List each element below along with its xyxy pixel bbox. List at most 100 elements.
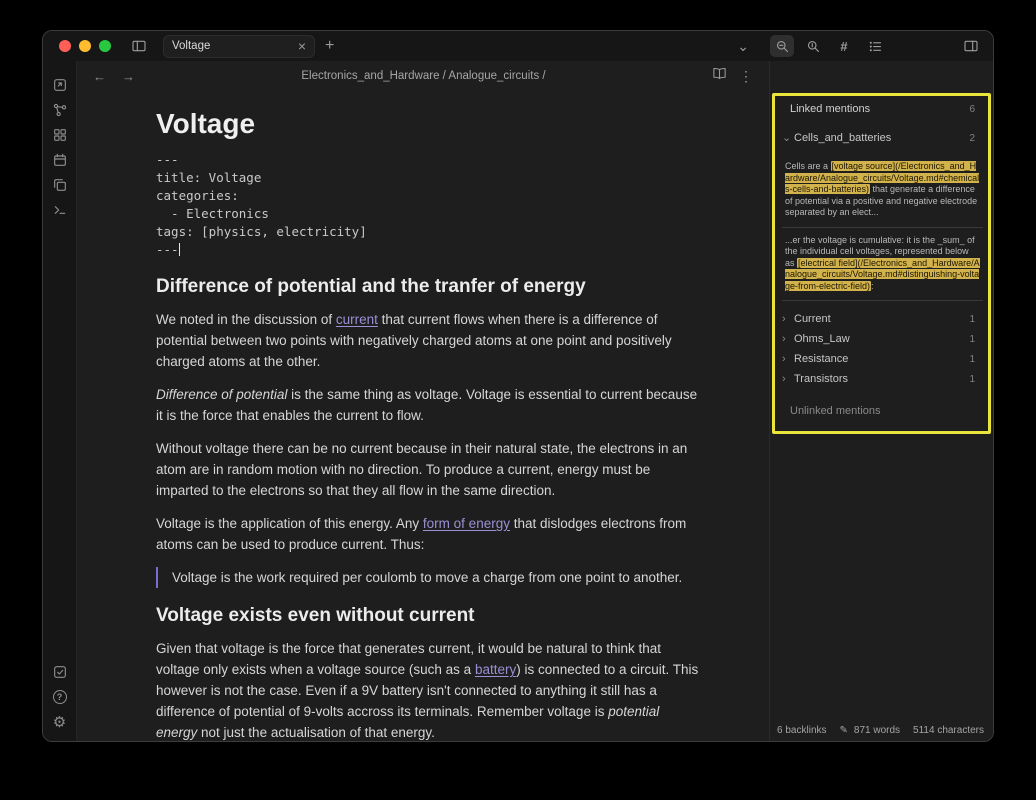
text-segment: : — [871, 281, 874, 291]
blockquote: Voltage is the work required per coulomb… — [156, 567, 701, 588]
backlink-group-transistors[interactable]: › Transistors 1 — [770, 369, 993, 389]
zoom-window-button[interactable] — [99, 40, 111, 52]
chevron-right-icon: › — [782, 314, 794, 325]
text-segment: Voltage is the work required per coulomb… — [172, 570, 682, 585]
pencil-icon: ✎ — [840, 725, 848, 736]
minimize-window-button[interactable] — [79, 40, 91, 52]
chevron-down-icon: ⌄ — [782, 133, 794, 144]
editor-pane: ← → Electronics_and_Hardware / Analogue_… — [77, 61, 769, 742]
breadcrumb[interactable]: Electronics_and_Hardware / Analogue_circ… — [135, 70, 712, 82]
chevron-right-icon: › — [782, 354, 794, 365]
match-list: Cells are a [voltage source](/Electronic… — [782, 154, 983, 301]
backlinks-panel: Linked mentions 6 ⌄ Cells_and_batteries … — [769, 61, 993, 742]
group-label: Current — [794, 313, 831, 325]
close-window-button[interactable] — [59, 40, 71, 52]
left-sidebar-toggle-icon[interactable] — [127, 35, 151, 57]
frontmatter-line: - Electronics — [156, 205, 701, 223]
window-body: ? ⚙ ← → Electronics_and_Hardware / Analo… — [43, 61, 993, 742]
frontmatter-line: --- — [156, 242, 179, 257]
backlinks-count-status[interactable]: 6 backlinks — [777, 725, 826, 736]
backlink-group-ohms-law[interactable]: › Ohms_Law 1 — [770, 329, 993, 349]
text-segment: Without voltage there can be no current … — [156, 441, 687, 498]
frontmatter-block[interactable]: --- title: Voltage categories: - Electro… — [156, 151, 701, 259]
text-segment: We noted in the discussion of — [156, 312, 336, 327]
group-label: Transistors — [794, 373, 848, 385]
internal-link[interactable]: form of energy — [423, 516, 510, 531]
right-sidebar-toggle-icon[interactable] — [959, 35, 983, 57]
frontmatter-line: title: Voltage — [156, 169, 701, 187]
checkbox-icon[interactable] — [48, 660, 72, 684]
group-count: 1 — [969, 314, 975, 325]
linked-mentions-header[interactable]: Linked mentions 6 — [770, 103, 993, 115]
settings-gear-icon[interactable]: ⚙ — [48, 710, 72, 734]
search-edit-icon[interactable] — [770, 35, 794, 57]
group-label: Resistance — [794, 353, 848, 365]
reading-mode-book-icon[interactable] — [712, 66, 727, 86]
linked-mentions-count: 6 — [969, 104, 975, 115]
hash-glyph: # — [840, 39, 847, 54]
obsidian-window: Voltage × + ⌄ # — [42, 30, 994, 742]
terminal-icon[interactable] — [48, 198, 72, 222]
chevron-right-icon: › — [782, 334, 794, 345]
text-segment: not just the actualisation of that energ… — [197, 725, 435, 740]
text-segment: Cells are a — [785, 161, 831, 171]
group-count: 1 — [969, 374, 975, 385]
collapsed-groups: › Current 1 › Ohms_Law 1 › Resistance 1 — [770, 309, 993, 389]
grid-icon[interactable] — [48, 123, 72, 147]
desktop-background: Voltage × + ⌄ # — [0, 0, 1036, 800]
group-count: 1 — [969, 334, 975, 345]
paragraph: Voltage is the application of this energ… — [156, 513, 701, 555]
back-arrow-icon[interactable]: ← — [93, 69, 106, 84]
frontmatter-line: tags: [physics, electricity] — [156, 223, 701, 241]
status-bar: 6 backlinks ✎ 871 words 5114 characters — [777, 725, 984, 736]
character-count-status: 5114 characters — [913, 725, 984, 736]
bullet-list-icon[interactable] — [863, 35, 887, 57]
tab-close-icon[interactable]: × — [298, 39, 306, 53]
section-heading: Voltage exists even without current — [156, 604, 701, 628]
group-label: Cells_and_batteries — [794, 132, 891, 144]
nav-arrows: ← → — [93, 69, 135, 84]
text-cursor — [179, 243, 180, 256]
backlink-group-resistance[interactable]: › Resistance 1 — [770, 349, 993, 369]
backlink-match[interactable]: Cells are a [voltage source](/Electronic… — [782, 154, 983, 228]
tab-title: Voltage — [172, 40, 298, 52]
forward-arrow-icon[interactable]: → — [122, 69, 135, 84]
paragraph: Without voltage there can be no current … — [156, 438, 701, 501]
frontmatter-line-with-cursor: --- — [156, 241, 701, 259]
left-ribbon: ? ⚙ — [43, 61, 77, 742]
more-options-icon[interactable]: ⋮ — [739, 68, 753, 85]
backlink-group-current[interactable]: › Current 1 — [770, 309, 993, 329]
note-title: Voltage — [156, 107, 701, 141]
section-heading: Difference of potential and the tranfer … — [156, 275, 701, 299]
new-tab-button[interactable]: + — [325, 37, 334, 55]
text-segment: Difference of potential — [156, 387, 287, 402]
group-count: 2 — [969, 133, 975, 144]
window-controls — [59, 40, 111, 52]
note-content: Voltage --- title: Voltage categories: -… — [77, 91, 701, 742]
editor-header: ← → Electronics_and_Hardware / Analogue_… — [77, 61, 769, 91]
help-icon[interactable]: ? — [48, 685, 72, 709]
internal-link[interactable]: battery — [475, 662, 516, 677]
group-count: 1 — [969, 354, 975, 365]
tab-list-chevron-icon[interactable]: ⌄ — [737, 38, 749, 55]
paragraph: Given that voltage is the force that gen… — [156, 638, 701, 742]
search-link-icon[interactable] — [801, 35, 825, 57]
frontmatter-line: categories: — [156, 187, 701, 205]
copy-icon[interactable] — [48, 173, 72, 197]
tab-voltage[interactable]: Voltage × — [163, 35, 315, 58]
backlink-match[interactable]: ...er the voltage is cumulative: it is t… — [782, 228, 983, 302]
calendar-icon[interactable] — [48, 148, 72, 172]
hash-icon[interactable]: # — [832, 35, 856, 57]
file-export-icon[interactable] — [48, 73, 72, 97]
graph-icon[interactable] — [48, 98, 72, 122]
match-highlight: [electrical field](/Electronics_and_Hard… — [785, 258, 980, 291]
group-label: Ohms_Law — [794, 333, 850, 345]
titlebar: Voltage × + ⌄ # — [43, 31, 993, 61]
internal-link[interactable]: current — [336, 312, 378, 327]
help-glyph: ? — [57, 692, 63, 702]
ribbon-bottom: ? ⚙ — [43, 660, 76, 735]
backlink-group-cells-and-batteries[interactable]: ⌄ Cells_and_batteries 2 — [770, 128, 993, 148]
editor-header-actions: ⋮ — [712, 66, 753, 86]
unlinked-mentions-header[interactable]: Unlinked mentions — [770, 405, 993, 417]
chevron-right-icon: › — [782, 374, 794, 385]
